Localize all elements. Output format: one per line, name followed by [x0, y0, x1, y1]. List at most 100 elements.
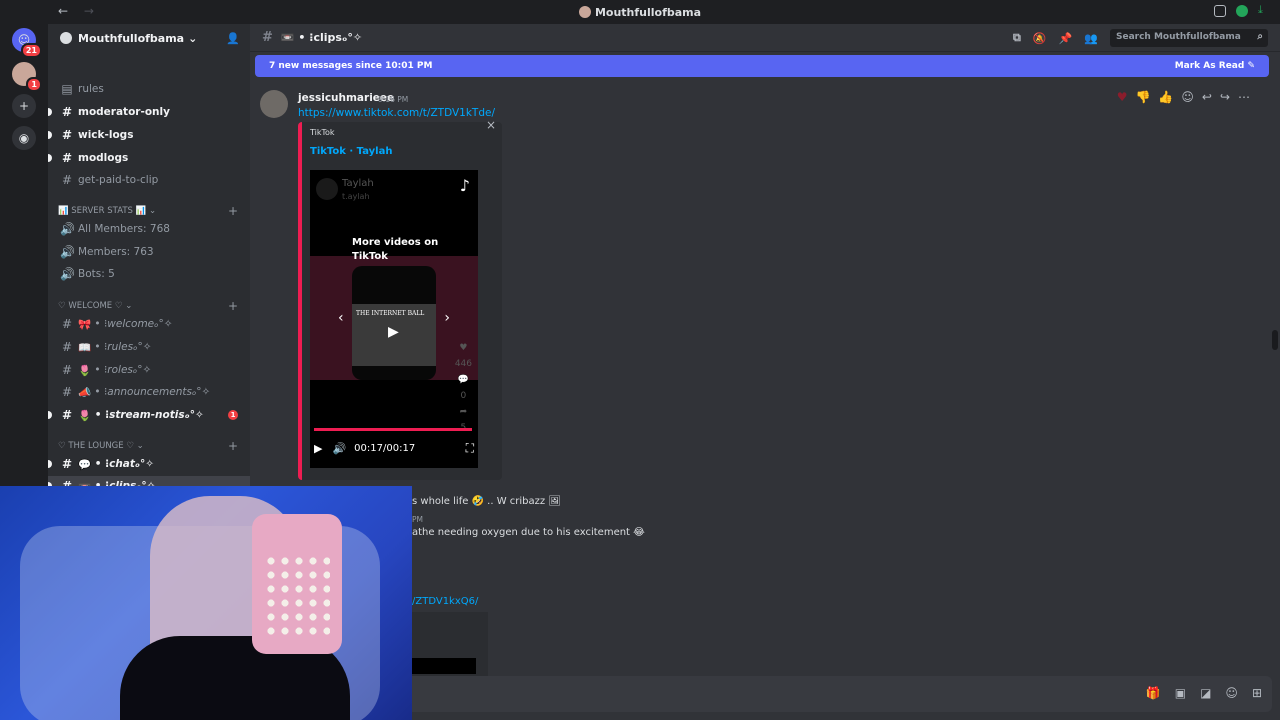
more-icon[interactable]: ⋯	[1238, 90, 1250, 104]
video-side-actions: ♥ 446 💬 0 ➦ 5	[455, 340, 472, 436]
share-icon[interactable]: ➦	[455, 404, 472, 420]
category-the-lounge[interactable]: ♡ THE LOUNGE ♡ ⌄ +	[58, 439, 242, 453]
avatar	[316, 178, 338, 200]
scrollbar[interactable]	[1272, 330, 1278, 350]
sticker-icon[interactable]: ◪	[1200, 686, 1211, 700]
gif-icon[interactable]: ▣	[1175, 686, 1186, 700]
embed-provider: TikTok	[310, 128, 335, 137]
video-controls: ▶ 🔊 00:17/00:17 ⛶	[314, 441, 474, 456]
server-icon-mouthfullofbama[interactable]: 1	[12, 62, 42, 92]
play-button[interactable]: ▶	[314, 442, 322, 455]
emoji-icon[interactable]: ☺	[1225, 686, 1238, 700]
inbox-icon[interactable]	[1214, 5, 1226, 17]
video-time: 00:17/00:17	[354, 443, 416, 454]
hash-icon: #	[61, 408, 73, 422]
help-icon[interactable]	[1236, 5, 1248, 17]
apps-icon[interactable]: ⊞	[1252, 686, 1262, 700]
gift-icon[interactable]: 🎁	[1146, 686, 1161, 700]
comment-icon[interactable]: 💬	[455, 372, 472, 388]
channel-stream-notis[interactable]: # 🌷 • ⁝ stream-notisₒ°✧ 1	[48, 405, 250, 425]
hash-icon: #	[61, 151, 73, 165]
server-badge: 1	[26, 77, 42, 92]
reaction-thumbs-up-icon[interactable]: 👍	[1158, 90, 1173, 104]
channel-roles[interactable]: # 🌷 • ⁝ rolesₒ°✧	[48, 360, 250, 380]
channel-announcements[interactable]: # 📣 • ⁝ announcementsₒ°✧	[48, 382, 250, 402]
new-messages-bar[interactable]: 7 new messages since 10:01 PM Mark As Re…	[255, 55, 1269, 77]
hash-icon: #	[61, 363, 73, 377]
add-channel-icon[interactable]: +	[228, 299, 238, 313]
reaction-thumbs-down-icon[interactable]: 👎	[1135, 90, 1150, 104]
channel-emoji: 🌷	[78, 409, 92, 422]
add-channel-icon[interactable]: +	[228, 204, 238, 218]
server-header[interactable]: Mouthfullofbama ⌄ 👤	[48, 24, 250, 52]
hash-icon: #	[61, 105, 73, 119]
category-server-stats[interactable]: 📊 SERVER STATS 📊 ⌄ +	[58, 204, 242, 218]
reply-icon[interactable]: ↩	[1202, 90, 1212, 104]
chevron-left-icon[interactable]: ‹	[338, 310, 344, 326]
tiktok-embed: TikTok TikTok · Taylah × Taylah t.aylah …	[298, 118, 502, 480]
speaker-icon: 🔊	[60, 245, 75, 259]
channel-emoji: 🌷	[78, 364, 92, 377]
channel-rules[interactable]: ▤ rules	[48, 79, 250, 99]
search-input[interactable]: Search Mouthfullofbama ⌕	[1110, 29, 1268, 47]
channel-emoji: 📖	[78, 341, 92, 354]
chevron-down-icon: ⌄	[188, 31, 198, 45]
title-bar: ← → Mouthfullofbama ⤓	[0, 0, 1280, 24]
channel-wick-logs[interactable]: # wick-logs	[48, 125, 250, 145]
like-icon[interactable]: ♥	[455, 340, 472, 356]
hash-icon: #	[61, 317, 73, 331]
video-player[interactable]: Taylah t.aylah ♪ More videos on TikTok T…	[310, 170, 478, 468]
discover-icon[interactable]: ◉	[12, 126, 36, 150]
like-count: 446	[454, 359, 472, 369]
speaker-icon: 🔊	[60, 222, 75, 236]
stat-bots[interactable]: 🔊 Bots: 5	[48, 264, 250, 284]
comment-count: 0	[460, 391, 467, 401]
phone-case-shape	[252, 514, 342, 654]
category-welcome[interactable]: ♡ WELCOME ♡ ⌄ +	[58, 299, 242, 313]
mention-badge: 1	[228, 410, 238, 420]
hash-icon: #	[61, 173, 73, 187]
add-server-icon[interactable]: +	[12, 94, 36, 118]
chevron-right-icon[interactable]: ›	[444, 310, 450, 326]
message-link[interactable]: https://www.tiktok.com/t/ZTDV1kTde/	[298, 107, 495, 119]
stat-all-members[interactable]: 🔊 All Members: 768	[48, 219, 250, 239]
fullscreen-icon[interactable]: ⛶	[466, 441, 474, 456]
add-channel-icon[interactable]: +	[228, 439, 238, 453]
embed-title[interactable]: TikTok · Taylah	[310, 146, 392, 157]
channel-emoji: 📣	[78, 386, 92, 399]
threads-icon[interactable]: ⧉	[1013, 31, 1021, 45]
hash-icon: #	[61, 457, 73, 471]
speaker-icon: 🔊	[60, 267, 75, 281]
stat-members[interactable]: 🔊 Members: 763	[48, 242, 250, 262]
channel-modlogs[interactable]: # modlogs	[48, 148, 250, 168]
message-link[interactable]: /ZTDV1kxQ6/	[412, 596, 478, 607]
add-reaction-icon[interactable]: ☺	[1181, 90, 1194, 104]
reaction-heart-icon[interactable]: ♥	[1117, 90, 1128, 104]
close-embed-icon[interactable]: ×	[486, 118, 496, 132]
video-handle: t.aylah	[342, 192, 370, 201]
channel-emoji: 💬	[78, 458, 92, 471]
channel-rules-2[interactable]: # 📖 • ⁝ rulesₒ°✧	[48, 337, 250, 357]
message-actions: ♥ 👎 👍 ☺ ↩ ↪ ⋯	[1117, 90, 1250, 104]
channel-title: 📼 • ⁝clipsₒ°✧	[280, 31, 363, 44]
channel-welcome[interactable]: # 🎀 • ⁝ welcomeₒ°✧	[48, 314, 250, 334]
notifications-icon[interactable]: 🔕	[1033, 32, 1047, 45]
video-user: Taylah	[342, 178, 374, 189]
play-icon[interactable]: ▶	[388, 324, 399, 340]
mark-as-read-button[interactable]: Mark As Read ✎	[1175, 61, 1255, 71]
pin-icon[interactable]: 📌	[1059, 32, 1073, 45]
invite-icon[interactable]: 👤	[226, 32, 240, 45]
forward-icon[interactable]: ↪	[1220, 90, 1230, 104]
server-avatar-icon	[578, 5, 591, 18]
download-icon[interactable]: ⤓	[1258, 4, 1270, 17]
channel-get-paid-to-clip[interactable]: # get-paid-to-clip	[48, 170, 250, 190]
avatar[interactable]	[260, 90, 288, 118]
channel-moderator-only[interactable]: # moderator-only	[48, 102, 250, 122]
message-composer[interactable]: 🎁 ▣ ◪ ☺ ⊞	[262, 676, 1272, 712]
hash-icon: #	[61, 385, 73, 399]
home-button[interactable]: ☺ 21	[12, 28, 42, 58]
video-progress-bar[interactable]	[314, 428, 472, 431]
volume-icon[interactable]: 🔊	[332, 442, 346, 455]
channel-chat[interactable]: # 💬 • ⁝ chatₒ°✧	[48, 454, 250, 474]
members-icon[interactable]: 👥	[1084, 32, 1098, 45]
